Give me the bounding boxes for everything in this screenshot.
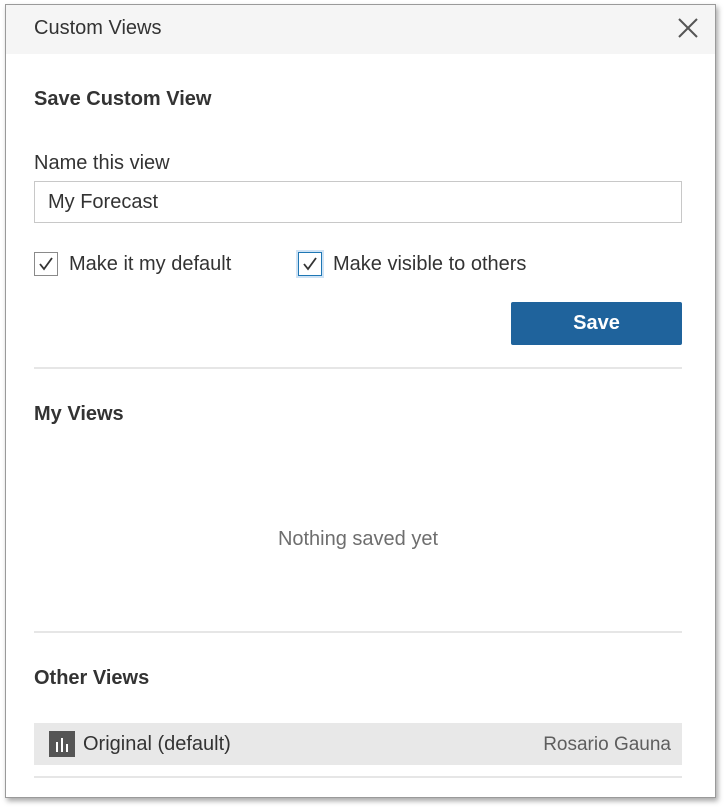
section-divider: [34, 631, 682, 633]
my-views-heading: My Views: [34, 403, 124, 425]
view-list-item[interactable]: Original (default) Rosario Gauna: [34, 723, 682, 765]
make-visible-checkbox[interactable]: [298, 252, 322, 276]
custom-views-dialog: Custom Views Save Custom View Name this …: [5, 4, 716, 798]
make-visible-label: Make visible to others: [333, 252, 527, 275]
checkmark-icon: [303, 257, 317, 271]
section-divider: [34, 776, 682, 778]
make-default-option[interactable]: Make it my default: [34, 249, 231, 279]
checkmark-icon: [39, 257, 53, 271]
view-name: Original (default): [83, 733, 231, 755]
other-views-heading: Other Views: [34, 667, 150, 689]
section-divider: [34, 367, 682, 369]
close-button[interactable]: [675, 15, 701, 41]
dialog-title-bar: Custom Views: [6, 5, 715, 54]
view-owner: Rosario Gauna: [543, 734, 671, 755]
make-default-label: Make it my default: [69, 252, 232, 275]
name-view-label: Name this view: [34, 152, 170, 174]
bar-chart-icon: [49, 731, 75, 757]
empty-views-message: Nothing saved yet: [277, 528, 439, 550]
save-button[interactable]: Save: [511, 302, 682, 345]
make-default-checkbox[interactable]: [34, 252, 58, 276]
save-custom-view-heading: Save Custom View: [34, 88, 212, 110]
make-visible-option[interactable]: Make visible to others: [298, 249, 526, 279]
close-icon: [678, 18, 698, 38]
view-name-input[interactable]: [34, 181, 682, 223]
dialog-title: Custom Views: [34, 17, 162, 39]
